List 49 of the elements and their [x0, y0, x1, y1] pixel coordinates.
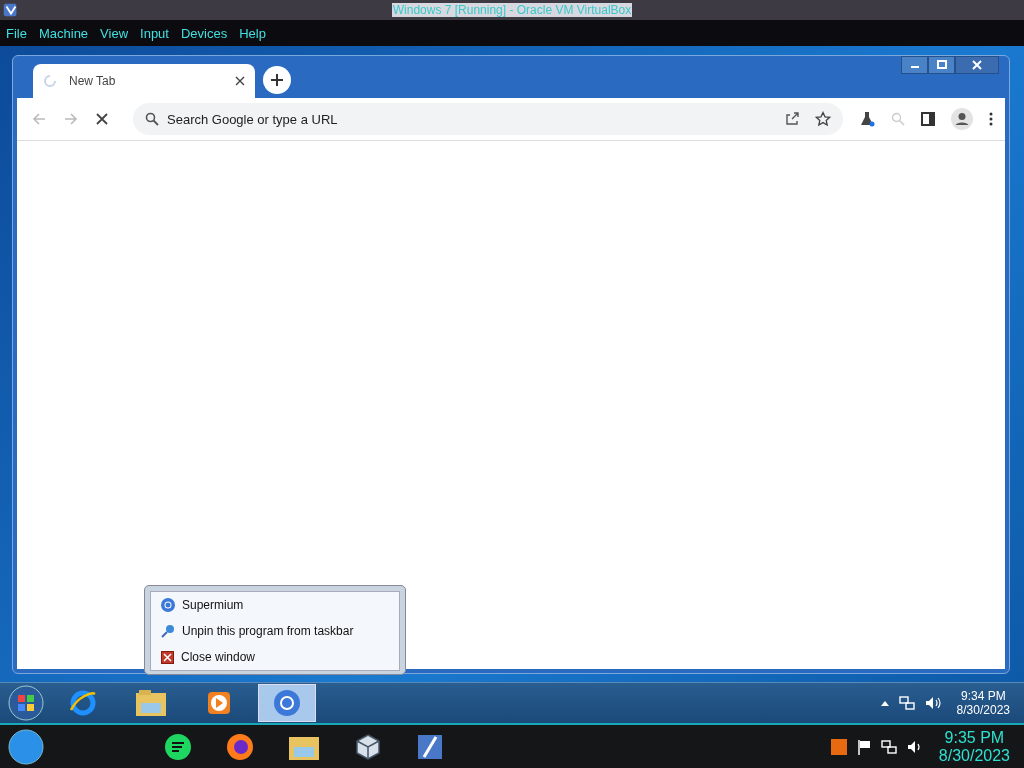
volume-icon[interactable]	[924, 695, 941, 711]
close-icon[interactable]	[235, 76, 245, 86]
profile-icon[interactable]	[951, 108, 973, 130]
plus-icon	[270, 72, 284, 87]
maximize-icon	[936, 60, 947, 70]
browser-icon[interactable]	[226, 732, 254, 761]
start-button[interactable]	[8, 685, 44, 721]
taskbar-button[interactable]	[258, 684, 316, 722]
jump-list-item[interactable]: Close window	[161, 650, 389, 664]
app-tray-icon[interactable]	[830, 738, 847, 755]
flask-icon[interactable]	[859, 111, 875, 127]
menu-item[interactable]: Machine	[38, 25, 89, 41]
jump-list-item[interactable]: Supermium	[161, 598, 389, 612]
network-icon[interactable]	[898, 695, 915, 711]
start-button[interactable]	[8, 728, 44, 765]
star-icon[interactable]	[815, 111, 831, 127]
menu-item[interactable]: Help	[239, 25, 266, 41]
music-app-icon[interactable]	[164, 732, 192, 761]
menu-icon[interactable]	[989, 112, 993, 126]
menu-item[interactable]: Devices	[180, 25, 228, 41]
folder-icon	[135, 689, 167, 717]
stop-icon[interactable]	[95, 112, 109, 126]
minimize-button[interactable]	[901, 56, 928, 74]
play-icon	[207, 691, 231, 715]
globe-icon	[68, 688, 98, 718]
browser-icon	[161, 598, 175, 612]
search-icon	[145, 112, 159, 126]
window-title: Windows 7 [Running] - Oracle VM VirtualBox	[391, 3, 633, 17]
close-button[interactable]	[955, 56, 999, 74]
cube-icon[interactable]	[354, 732, 382, 761]
flag-icon[interactable]	[856, 738, 871, 755]
address-bar[interactable]: Search Google or type a URL	[133, 103, 843, 135]
menu-item[interactable]: Input	[140, 25, 169, 41]
jump-list-item[interactable]: Unpin this program from taskbar	[161, 624, 389, 638]
maximize-button[interactable]	[928, 56, 955, 74]
browser-tab[interactable]: New Tab	[33, 64, 255, 98]
menu-item[interactable]: File	[6, 25, 27, 41]
show-hidden-icons-icon[interactable]	[880, 700, 889, 706]
clock[interactable]: 9:34 PM 8/30/2023	[950, 689, 1016, 717]
new-tab-button[interactable]	[263, 65, 291, 94]
loading-icon	[43, 74, 57, 88]
close-icon	[972, 60, 982, 70]
network-icon[interactable]	[880, 738, 897, 755]
browser-icon	[272, 688, 302, 718]
share-icon[interactable]	[785, 112, 799, 126]
menu-item[interactable]: View	[100, 25, 129, 41]
clock[interactable]: 9:35 PM 8/30/2023	[932, 728, 1016, 765]
close-icon	[161, 650, 174, 664]
side-panel-icon[interactable]	[921, 112, 935, 126]
